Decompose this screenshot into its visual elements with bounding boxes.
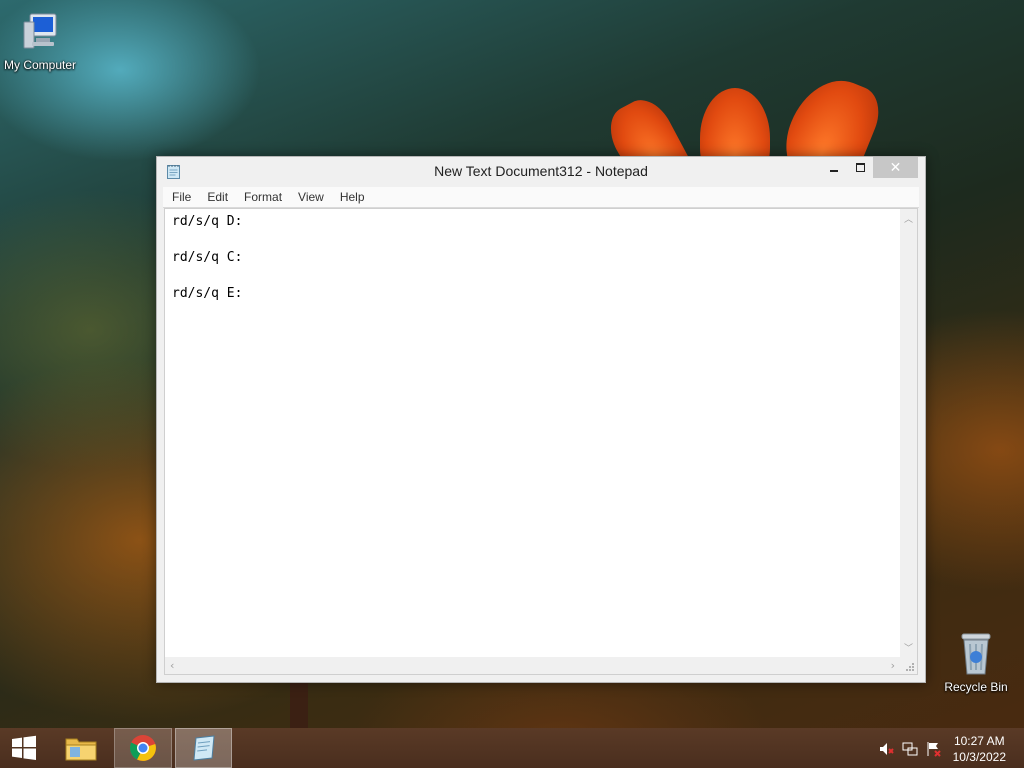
minimize-icon xyxy=(830,169,838,172)
menu-format[interactable]: Format xyxy=(236,187,290,207)
windows-logo-icon xyxy=(12,735,36,760)
clock-time: 10:27 AM xyxy=(953,734,1005,748)
maximize-icon xyxy=(855,163,865,172)
text-line: rd/s/q C: xyxy=(172,250,243,265)
action-center-flag-icon[interactable] xyxy=(926,741,942,757)
taskbar-notepad[interactable] xyxy=(175,728,232,768)
menu-bar: File Edit Format View Help xyxy=(163,187,919,208)
text-line xyxy=(172,231,897,249)
network-icon[interactable] xyxy=(902,741,918,757)
close-icon: ✕ xyxy=(889,159,902,176)
chrome-icon xyxy=(129,735,156,761)
menu-file[interactable]: File xyxy=(163,187,199,207)
clock-date: 10/3/2022 xyxy=(952,750,1006,764)
desktop-icon-label: My Computer xyxy=(3,58,77,72)
menu-help[interactable]: Help xyxy=(332,187,373,207)
resize-grip-icon xyxy=(906,663,914,671)
vertical-scrollbar[interactable]: ︿ ﹀ xyxy=(900,209,917,657)
text-line xyxy=(172,267,897,285)
resize-grip[interactable] xyxy=(900,657,917,674)
wallpaper-stem xyxy=(290,680,308,730)
maximize-button[interactable] xyxy=(847,157,873,178)
scroll-down-icon[interactable]: ﹀ xyxy=(904,641,913,654)
recycle-bin-icon xyxy=(961,633,991,675)
taskbar-chrome[interactable] xyxy=(114,728,172,768)
horizontal-scrollbar[interactable]: ‹ › xyxy=(165,657,900,674)
scroll-right-icon[interactable]: › xyxy=(891,659,895,672)
computer-icon xyxy=(23,13,57,49)
taskbar: 10:27 AM 10/3/2022 xyxy=(0,728,1024,768)
text-line: rd/s/q E: xyxy=(172,286,243,301)
desktop-icon-my-computer[interactable]: My Computer xyxy=(0,8,80,72)
scroll-left-icon[interactable]: ‹ xyxy=(170,659,174,672)
desktop-icon-label: Recycle Bin xyxy=(944,680,1008,694)
taskbar-clock[interactable]: 10:27 AM 10/3/2022 xyxy=(953,733,1006,765)
folder-icon xyxy=(65,738,97,761)
taskbar-file-explorer[interactable] xyxy=(56,728,106,768)
volume-muted-icon[interactable] xyxy=(878,741,894,757)
scroll-up-icon[interactable]: ︿ xyxy=(904,212,913,225)
close-button[interactable]: ✕ xyxy=(873,157,918,178)
text-line: rd/s/q D: xyxy=(172,214,243,229)
notepad-window: New Text Document312 - Notepad ✕ File Ed… xyxy=(156,156,926,683)
document-text[interactable]: rd/s/q D: rd/s/q C: rd/s/q E: xyxy=(172,213,897,656)
system-tray: 10:27 AM 10/3/2022 xyxy=(864,728,1024,768)
minimize-button[interactable] xyxy=(821,157,847,178)
desktop-icon-recycle-bin[interactable]: Recycle Bin xyxy=(936,630,1016,694)
window-titlebar[interactable]: New Text Document312 - Notepad ✕ xyxy=(157,157,925,187)
menu-edit[interactable]: Edit xyxy=(199,187,236,207)
menu-view[interactable]: View xyxy=(290,187,332,207)
text-editor[interactable]: rd/s/q D: rd/s/q C: rd/s/q E: ︿ ﹀ ‹ › xyxy=(164,208,918,675)
start-button[interactable] xyxy=(0,728,48,768)
notepad-icon xyxy=(192,735,215,761)
window-title: New Text Document312 - Notepad xyxy=(434,163,648,179)
